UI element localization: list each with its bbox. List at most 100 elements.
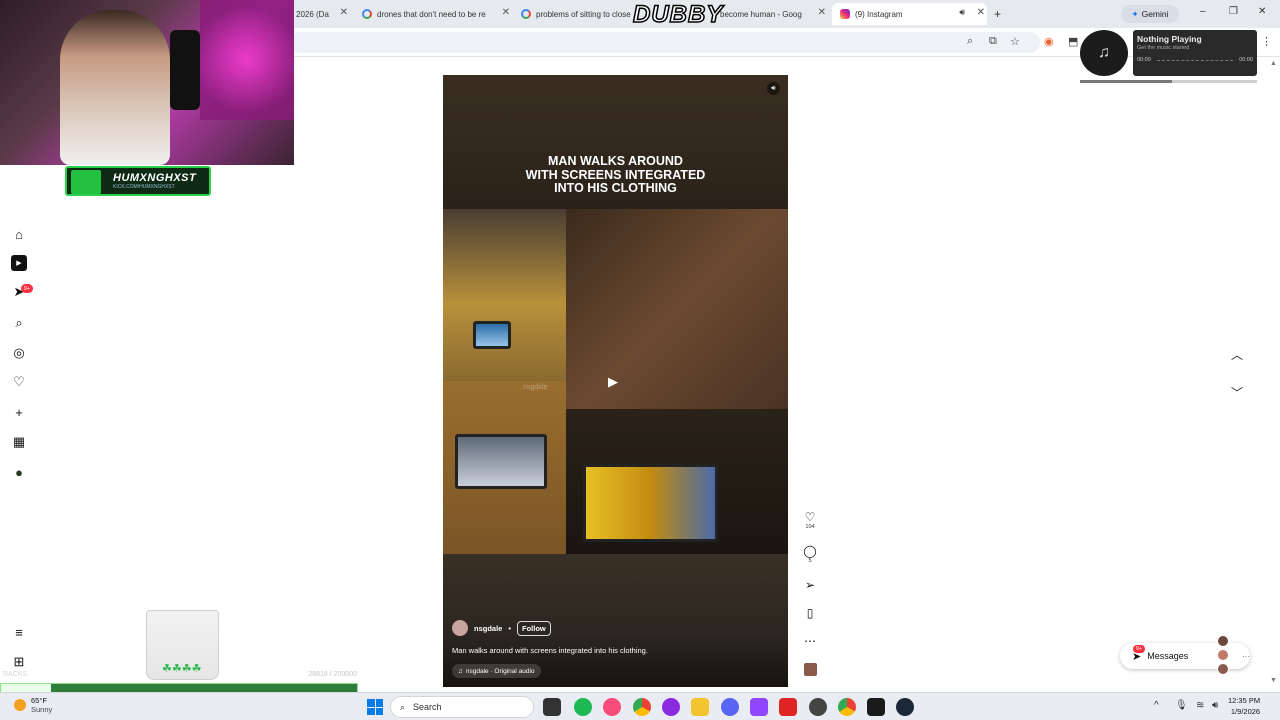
music-note-icon[interactable]: ♫ <box>1080 30 1128 76</box>
app-icon[interactable] <box>779 698 797 716</box>
save-button[interactable]: ▯ <box>800 606 820 620</box>
play-icon[interactable]: ▶ <box>608 374 622 389</box>
tab-1[interactable]: drones that don't need to be re ✕ <box>362 3 512 25</box>
tab-0[interactable]: 2026 (Da ✕ <box>296 3 350 25</box>
bookmark-star-icon[interactable]: ☆ <box>1010 35 1020 48</box>
new-tab-button[interactable]: + <box>994 3 1008 25</box>
chevron-up-icon[interactable]: ^ <box>1154 700 1159 711</box>
explore-icon[interactable]: ◎ <box>11 345 27 361</box>
donation-jar: ☘☘☘☘ <box>146 610 219 680</box>
music-scrubber[interactable] <box>1156 60 1234 61</box>
install-icon[interactable]: ⧉ <box>989 35 997 48</box>
profile-avatar[interactable]: ● <box>11 464 27 480</box>
discord-icon[interactable] <box>721 698 739 716</box>
close-tab-icon[interactable]: ✕ <box>502 7 510 18</box>
avatar <box>1217 635 1230 647</box>
microphone-icon[interactable]: 🎙︎ <box>1175 700 1188 711</box>
messages-button[interactable]: ➤ 9+ Messages ··· <box>1120 635 1250 675</box>
minimize-button[interactable]: – <box>1200 6 1206 17</box>
dashboard-icon[interactable]: ▦ <box>11 434 27 450</box>
music-progress-bar <box>1080 80 1257 83</box>
clothing-screen <box>473 321 511 349</box>
steam-icon[interactable] <box>896 698 914 716</box>
audio-thumbnail[interactable] <box>804 663 817 676</box>
audio-pill[interactable]: ♫ nsgdale · Original audio <box>452 664 541 678</box>
dubby-watermark: DUBBY <box>632 0 724 29</box>
author-avatar[interactable] <box>452 620 468 636</box>
music-app-icon[interactable] <box>603 698 621 716</box>
omnibox[interactable] <box>290 32 1040 53</box>
share-button[interactable]: ➢ <box>800 578 820 592</box>
chevron-down-icon: ﹀ <box>1230 385 1243 400</box>
create-icon[interactable]: + <box>11 404 27 420</box>
clothing-screen <box>583 464 718 542</box>
gemini-button[interactable]: ✦ Gemini <box>1121 5 1179 23</box>
follow-button[interactable]: Follow <box>516 620 551 636</box>
music-panel: Nothing Playing Get the music started 00… <box>1133 30 1257 76</box>
task-view-icon[interactable] <box>543 698 561 716</box>
search-icon: ⌕ <box>400 701 406 712</box>
more-menu-icon[interactable]: ≡ <box>11 624 27 640</box>
maximize-button[interactable]: ❐ <box>1229 6 1238 17</box>
donation-count: 28818 / 200000 <box>308 671 357 678</box>
notification-badge: 9+ <box>21 284 33 293</box>
volume-icon[interactable]: 🔊︎ <box>1212 700 1218 711</box>
reels-icon[interactable]: ▶ <box>11 255 27 271</box>
obs-icon[interactable] <box>809 698 827 716</box>
tab-instagram[interactable]: (9) Instagram 🔊︎ ✕ <box>832 3 987 25</box>
weather-widget[interactable]: 65°F Sunny <box>14 696 52 714</box>
music-time: 00:00 00:00 <box>1137 57 1253 63</box>
google-icon <box>521 9 531 19</box>
video-quadrant <box>443 209 566 381</box>
reel-overlay-text: MAN WALKS AROUND WITH SCREENS INTEGRATED… <box>525 154 706 195</box>
heart-icon[interactable]: ♡ <box>11 374 27 390</box>
tab-title: problems of sitting to close <box>536 9 631 19</box>
channel-name: HUMXNGHXST <box>113 172 197 184</box>
home-icon[interactable]: ⌂ <box>11 226 27 242</box>
menu-icon[interactable]: ⋮ <box>1261 35 1272 48</box>
spotify-icon[interactable] <box>574 698 592 716</box>
system-clock[interactable]: 12:35 PM 1/9/2026 <box>1228 695 1260 717</box>
twitch-icon[interactable] <box>750 698 768 716</box>
logo-mark <box>71 170 101 194</box>
app-icon[interactable] <box>662 698 680 716</box>
close-tab-icon[interactable]: ✕ <box>818 7 826 18</box>
close-window-button[interactable]: ✕ <box>1258 6 1266 17</box>
previous-reel-button[interactable]: ︿ <box>1225 342 1249 366</box>
ellipsis-icon: ⋯ <box>804 634 816 648</box>
close-tab-icon[interactable]: ✕ <box>977 7 985 18</box>
tab-3[interactable]: become human - Goog ✕ <box>720 3 828 25</box>
more-options-button[interactable]: ⋯ <box>800 634 820 648</box>
chrome-icon[interactable] <box>838 698 856 716</box>
extension-icon[interactable]: ⬒ <box>1068 35 1078 48</box>
clover-icon: ☘☘☘☘ <box>162 663 202 675</box>
reel-video[interactable]: 🔊︎ MAN WALKS AROUND WITH SCREENS INTEGRA… <box>443 75 788 687</box>
windows-taskbar: 65°F Sunny ⌕ Search ^ 🎙︎ ≋ 🔊︎ 12:35 PM 1… <box>0 692 1280 720</box>
taskbar-search[interactable]: ⌕ Search <box>390 696 534 718</box>
scroll-up-icon[interactable]: ▲ <box>1270 60 1277 67</box>
search-icon[interactable]: ⌕ <box>11 315 27 331</box>
speaker-icon[interactable]: 🔊︎ <box>959 7 965 18</box>
wifi-icon[interactable]: ≋ <box>1196 700 1204 711</box>
terminal-icon[interactable] <box>867 698 885 716</box>
mute-icon[interactable]: 🔊︎ <box>767 82 780 95</box>
windows-start-icon[interactable] <box>367 699 383 715</box>
tab-2[interactable]: problems of sitting to close <box>521 3 633 25</box>
weather-desc: Sunny <box>31 705 53 714</box>
scroll-down-icon[interactable]: ▼ <box>1270 677 1277 684</box>
stream-logo: HUMXNGHXST KICK.COM/HUMXNGHXST <box>65 166 211 196</box>
author-name[interactable]: nsgdale <box>474 624 502 633</box>
close-tab-icon[interactable]: ✕ <box>340 7 348 18</box>
file-explorer-icon[interactable] <box>691 698 709 716</box>
next-reel-button[interactable]: ﹀ <box>1225 380 1249 404</box>
zoom-icon[interactable]: ⌕ <box>967 35 973 48</box>
chrome-icon[interactable] <box>633 698 651 716</box>
like-button[interactable]: ♡ 104 <box>800 510 820 530</box>
comment-button[interactable]: ◯ 5 <box>800 544 820 564</box>
tab-title: become human - Goog <box>720 9 802 19</box>
meta-icon[interactable]: ⊞ <box>11 654 27 670</box>
donation-label: RACKS <box>3 671 28 678</box>
sun-icon <box>14 699 26 711</box>
extension-icon[interactable]: ◉ <box>1044 35 1054 48</box>
avatar <box>1217 649 1230 661</box>
